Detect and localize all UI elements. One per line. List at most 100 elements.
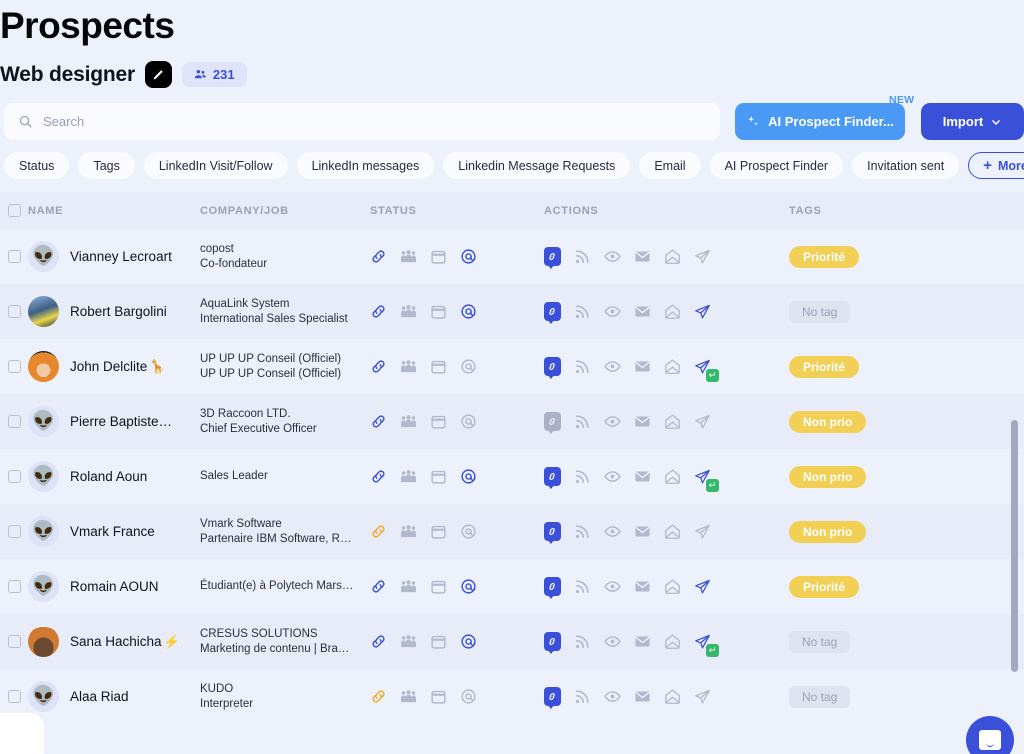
plane-icon[interactable] [694,688,711,705]
tag-badge[interactable]: Priorité [789,575,860,598]
plane-icon[interactable] [694,303,711,320]
linkedin-badge-icon[interactable] [544,412,561,434]
tag-badge[interactable]: Non prio [789,520,867,543]
mailopen-icon[interactable] [664,413,681,430]
mailopen-icon[interactable] [664,358,681,375]
link-icon[interactable] [370,413,387,430]
people-icon[interactable] [400,358,417,375]
send-message-icon[interactable] [694,248,712,266]
select-all-checkbox[interactable] [7,204,21,217]
filter-pill-0[interactable]: Status [4,152,70,179]
mail-icon[interactable] [634,248,651,265]
at-icon[interactable] [460,248,477,265]
linkedin-badge-icon[interactable] [544,357,561,379]
at-icon[interactable] [460,578,477,595]
table-row[interactable]: 👽 Alaa Riad KUDO Interpreter No tag [0,669,1024,724]
send-message-icon[interactable] [694,303,712,321]
mailopen-icon[interactable] [664,688,681,705]
mailopen-icon[interactable] [664,303,681,320]
send-message-icon[interactable] [694,413,712,431]
calendar-icon[interactable] [430,248,447,265]
calendar-icon[interactable] [430,303,447,320]
tag-badge[interactable]: No tag [789,685,851,708]
eye-icon[interactable] [604,303,621,320]
mailopen-icon[interactable] [664,633,681,650]
link-icon[interactable] [370,468,387,485]
eye-icon[interactable] [604,413,621,430]
rss-icon[interactable] [574,523,591,540]
mail-icon[interactable] [634,578,651,595]
filter-pill-1[interactable]: Tags [78,152,135,179]
table-row[interactable]: 👽 Romain AOUN Étudiant(e) à Polytech Mars…… [0,559,1024,614]
at-icon[interactable] [460,358,477,375]
link-icon[interactable] [370,633,387,650]
mail-icon[interactable] [634,633,651,650]
people-icon[interactable] [400,248,417,265]
table-row[interactable]: 👽 Roland Aoun Sales Leader ↵ Non prio [0,449,1024,504]
mail-icon[interactable] [634,358,651,375]
eye-icon[interactable] [604,358,621,375]
people-icon[interactable] [400,633,417,650]
ai-prospect-finder-button[interactable]: AI Prospect Finder... [735,103,905,140]
link-icon[interactable] [370,578,387,595]
calendar-icon[interactable] [430,468,447,485]
eye-icon[interactable] [604,468,621,485]
mailopen-icon[interactable] [664,468,681,485]
tag-badge[interactable]: No tag [789,300,851,323]
filter-pill-5[interactable]: Email [639,152,701,179]
search-box[interactable] [4,103,720,140]
more-filters-button[interactable]: + More filters [968,152,1024,179]
scrollbar-thumb[interactable] [1011,420,1018,672]
eye-icon[interactable] [604,523,621,540]
at-icon[interactable] [460,633,477,650]
row-checkbox[interactable] [7,580,21,593]
people-icon[interactable] [400,578,417,595]
table-row[interactable]: Robert Bargolini AquaLink System Internati… [0,284,1024,339]
calendar-icon[interactable] [430,688,447,705]
import-button[interactable]: Import [921,103,1024,140]
row-checkbox[interactable] [7,690,21,703]
people-icon[interactable] [400,523,417,540]
mail-icon[interactable] [634,523,651,540]
people-icon[interactable] [400,303,417,320]
rss-icon[interactable] [574,303,591,320]
rss-icon[interactable] [574,468,591,485]
calendar-icon[interactable] [430,358,447,375]
link-icon[interactable] [370,358,387,375]
filter-pill-6[interactable]: AI Prospect Finder [709,152,844,179]
linkedin-badge-icon[interactable] [544,302,561,324]
rss-icon[interactable] [574,248,591,265]
eye-icon[interactable] [604,633,621,650]
filter-pill-4[interactable]: Linkedin Message Requests [443,152,631,179]
rss-icon[interactable] [574,413,591,430]
linkedin-badge-icon[interactable] [544,687,561,709]
link-icon[interactable] [370,688,387,705]
plane-icon[interactable] [694,413,711,430]
table-row[interactable]: Sana Hachicha ⚡ CRESUS SOLUTIONS Marketing … [0,614,1024,669]
tag-badge[interactable]: No tag [789,630,851,653]
row-checkbox[interactable] [7,305,21,318]
people-icon[interactable] [400,688,417,705]
tag-badge[interactable]: Non prio [789,410,867,433]
send-message-icon[interactable]: ↵ [694,358,719,382]
link-icon[interactable] [370,523,387,540]
people-icon[interactable] [400,468,417,485]
linkedin-badge-icon[interactable] [544,632,561,654]
tag-badge[interactable]: Priorité [789,245,860,268]
search-input[interactable] [43,114,706,129]
people-icon[interactable] [400,413,417,430]
eye-icon[interactable] [604,248,621,265]
filter-pill-3[interactable]: LinkedIn messages [296,152,435,179]
mail-icon[interactable] [634,468,651,485]
row-checkbox[interactable] [7,525,21,538]
rss-icon[interactable] [574,578,591,595]
row-checkbox[interactable] [7,415,21,428]
eye-icon[interactable] [604,578,621,595]
at-icon[interactable] [460,303,477,320]
row-checkbox[interactable] [7,360,21,373]
calendar-icon[interactable] [430,578,447,595]
linkedin-badge-icon[interactable] [544,577,561,599]
mail-icon[interactable] [634,413,651,430]
filter-pill-7[interactable]: Invitation sent [852,152,960,179]
rss-icon[interactable] [574,633,591,650]
